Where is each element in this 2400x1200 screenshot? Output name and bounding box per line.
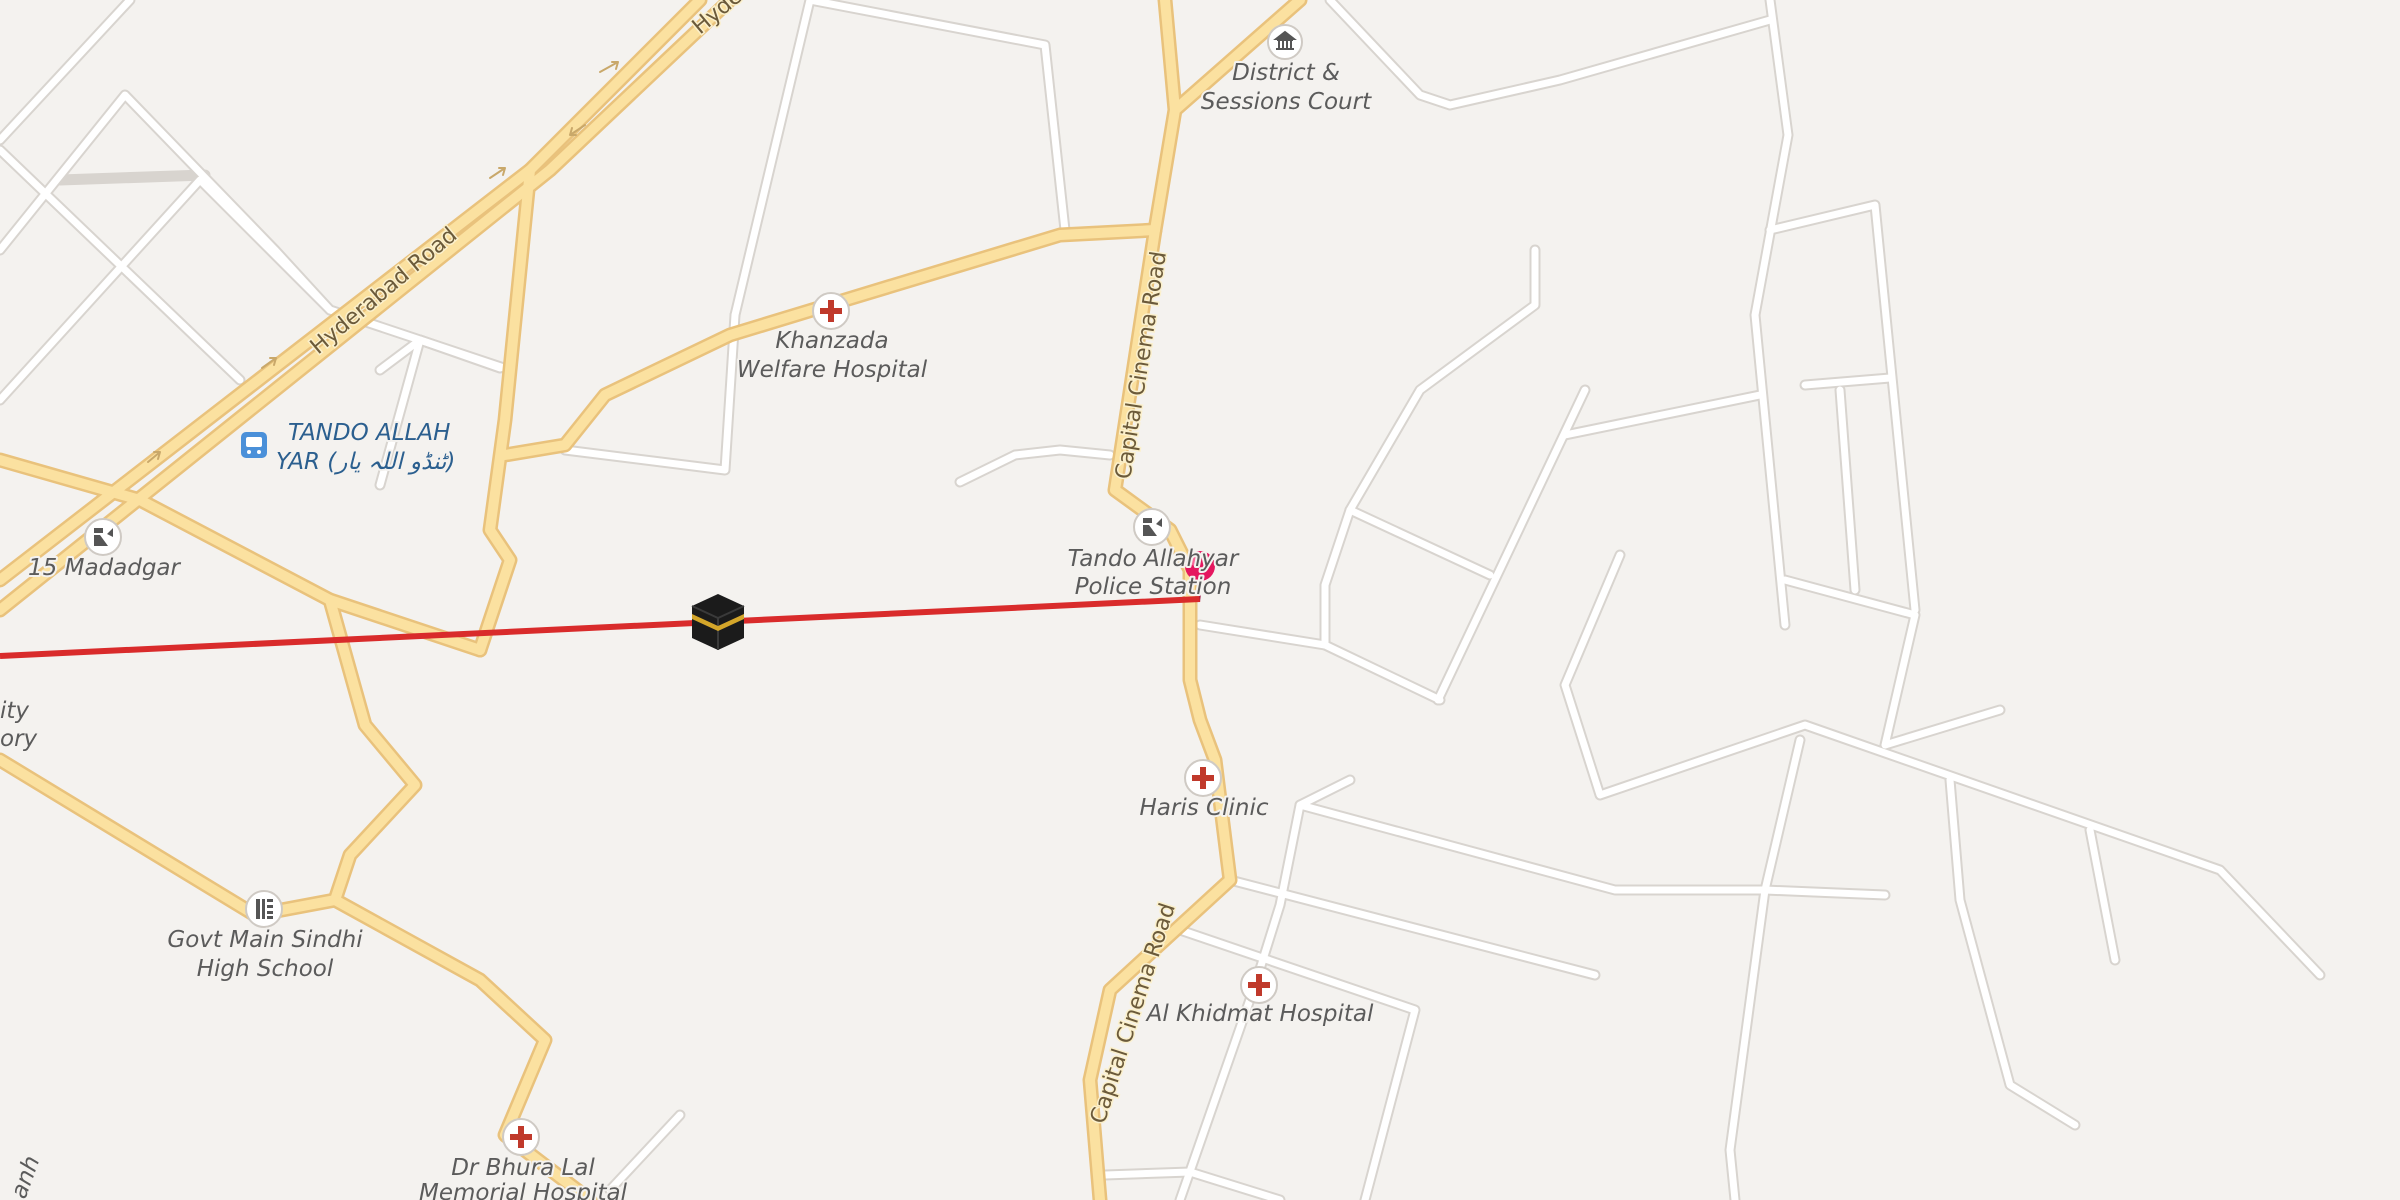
label-district-court-line2: Sessions Court bbox=[1201, 89, 1372, 115]
road-label-partial: anh bbox=[6, 1153, 45, 1200]
road-label-hyderabad-road: Hyderabad Road bbox=[306, 223, 462, 360]
label-tando-allah-yar-line2: YAR (ٹنڈو اللہ یار) bbox=[276, 449, 455, 475]
label-govt-school-line2: High School bbox=[197, 956, 334, 982]
label-khanzada-line2: Welfare Hospital bbox=[737, 357, 928, 383]
label-edge-partial-line2: ory bbox=[0, 726, 38, 752]
label-haris-clinic: Haris Clinic bbox=[1140, 795, 1269, 821]
label-police-station-line1: Tando Allahyar bbox=[1068, 546, 1240, 572]
road-label-capital-cinema-road-upper: Capital Cinema Road bbox=[1111, 250, 1172, 481]
label-dr-bhura-line2: Memorial Hospital bbox=[419, 1180, 628, 1200]
hospital-cross-icon[interactable] bbox=[1240, 966, 1278, 1004]
map-layer: Hyderabad Road Hyde Capital Cinema Road … bbox=[0, 0, 2326, 1200]
label-madadgar: 15 Madadgar bbox=[28, 555, 182, 581]
kaaba-icon[interactable] bbox=[691, 594, 745, 650]
map-canvas[interactable]: Hyderabad Road Hyde Capital Cinema Road … bbox=[0, 0, 2400, 1200]
label-edge-partial-line1: ity bbox=[0, 698, 29, 724]
bus-stop-icon[interactable] bbox=[241, 432, 267, 458]
label-dr-bhura-line1: Dr Bhura Lal bbox=[451, 1155, 595, 1181]
hospital-cross-icon[interactable] bbox=[502, 1118, 540, 1156]
courthouse-icon[interactable] bbox=[1267, 24, 1303, 60]
label-police-station-line2: Police Station bbox=[1075, 574, 1232, 600]
label-govt-school-line1: Govt Main Sindhi bbox=[167, 927, 363, 953]
hospital-cross-icon[interactable] bbox=[1184, 759, 1222, 797]
label-khanzada-line1: Khanzada bbox=[775, 328, 888, 354]
label-al-khidmat: Al Khidmat Hospital bbox=[1145, 1001, 1374, 1027]
police-icon[interactable] bbox=[84, 518, 122, 556]
school-icon[interactable] bbox=[245, 890, 283, 928]
hospital-cross-icon[interactable] bbox=[812, 292, 850, 330]
police-icon[interactable] bbox=[1133, 508, 1171, 546]
label-tando-allah-yar-line1: TANDO ALLAH bbox=[288, 420, 450, 446]
label-district-court-line1: District & bbox=[1232, 60, 1340, 86]
qibla-direction-line bbox=[0, 596, 1201, 659]
